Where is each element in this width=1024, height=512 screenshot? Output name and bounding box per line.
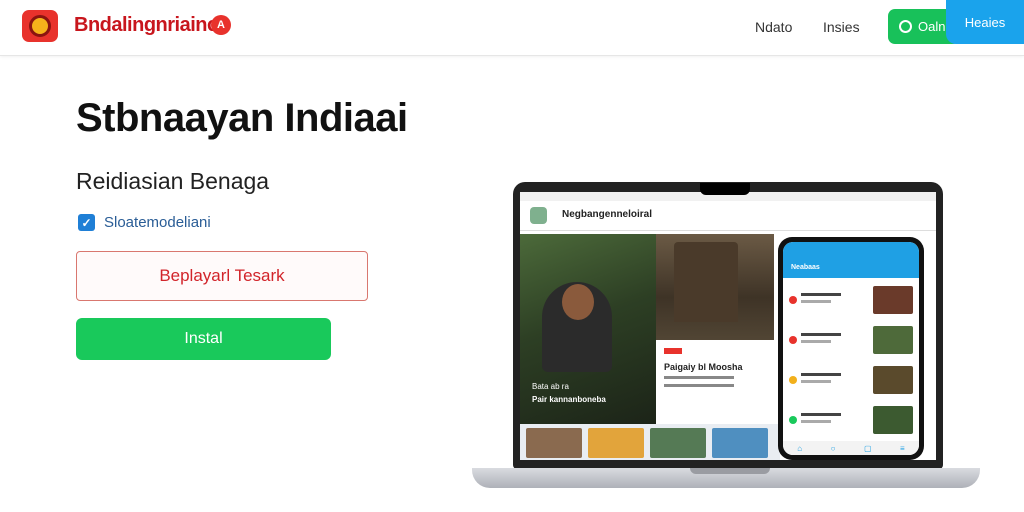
phone-header-label: Neabaas — [791, 263, 820, 271]
app-icon — [530, 207, 547, 224]
phone-screen: Neabaas ⌂ ○ ▢ ≡ — [783, 242, 919, 455]
thumbnail — [588, 428, 644, 458]
phone-list-item — [789, 402, 913, 438]
brand-badge: A — [211, 15, 231, 35]
menu-icon: ≡ — [900, 443, 905, 453]
logo-emblem-icon — [29, 15, 51, 37]
hero-title: Stbnaayan Indiaai — [76, 96, 408, 140]
search-icon: ○ — [830, 443, 836, 453]
hut-shape — [674, 242, 738, 322]
thumbnail — [526, 428, 582, 458]
thumbnail — [650, 428, 706, 458]
secondary-button[interactable]: Beplayarl Tesark — [76, 251, 368, 301]
photo-caption-1: Bata ab ra — [532, 382, 569, 391]
checkbox[interactable]: ✓ — [78, 214, 95, 231]
village-photo — [656, 234, 774, 340]
thumbnail-strip — [520, 424, 780, 460]
phone-tab-bar: ⌂ ○ ▢ ≡ — [783, 441, 919, 455]
brand-logo[interactable] — [22, 10, 58, 42]
phone-list-item — [789, 282, 913, 318]
laptop-groove — [690, 468, 770, 474]
camera-notch — [700, 183, 750, 195]
person-face — [562, 284, 594, 320]
phone-mockup: Neabaas ⌂ ○ ▢ ≡ — [778, 237, 924, 460]
phone-list-item — [789, 322, 913, 358]
hero-subtitle: Reidiasian Benaga — [76, 168, 270, 194]
search-icon — [899, 20, 912, 33]
nav-link-2[interactable]: Insies — [823, 19, 860, 35]
card-title: Paigaiy bl Moosha — [664, 362, 743, 372]
app-header: Negbangenneloiral — [520, 201, 936, 231]
home-icon: ⌂ — [797, 443, 803, 453]
brand-name[interactable]: Bndalingnriainci — [74, 14, 223, 37]
install-button[interactable]: Instal — [76, 318, 331, 360]
featured-photo: Bata ab ra Pair kannanboneba — [520, 234, 656, 424]
checkbox-label: Sloatemodeliani — [104, 214, 211, 231]
laptop-screen: Negbangenneloiral Bata ab ra Pair kannan… — [520, 192, 936, 460]
header-cta-button[interactable]: Heaies — [946, 0, 1024, 44]
card-tag — [664, 348, 682, 354]
card-line — [664, 384, 734, 387]
card-line — [664, 376, 734, 379]
nav-link-1[interactable]: Ndato — [755, 19, 792, 35]
bookmark-icon: ▢ — [863, 443, 872, 453]
photo-caption-2: Pair kannanboneba — [532, 395, 606, 404]
agree-checkbox-row[interactable]: ✓ Sloatemodeliani — [78, 214, 211, 231]
article-card: Paigaiy bl Moosha — [656, 340, 774, 424]
phone-header: Neabaas — [783, 242, 919, 278]
top-header: Bndalingnriainci A Ndato Insies Oalnn He… — [0, 0, 1024, 56]
phone-list-item — [789, 362, 913, 398]
app-title: Negbangenneloiral — [562, 209, 653, 220]
thumbnail — [712, 428, 768, 458]
